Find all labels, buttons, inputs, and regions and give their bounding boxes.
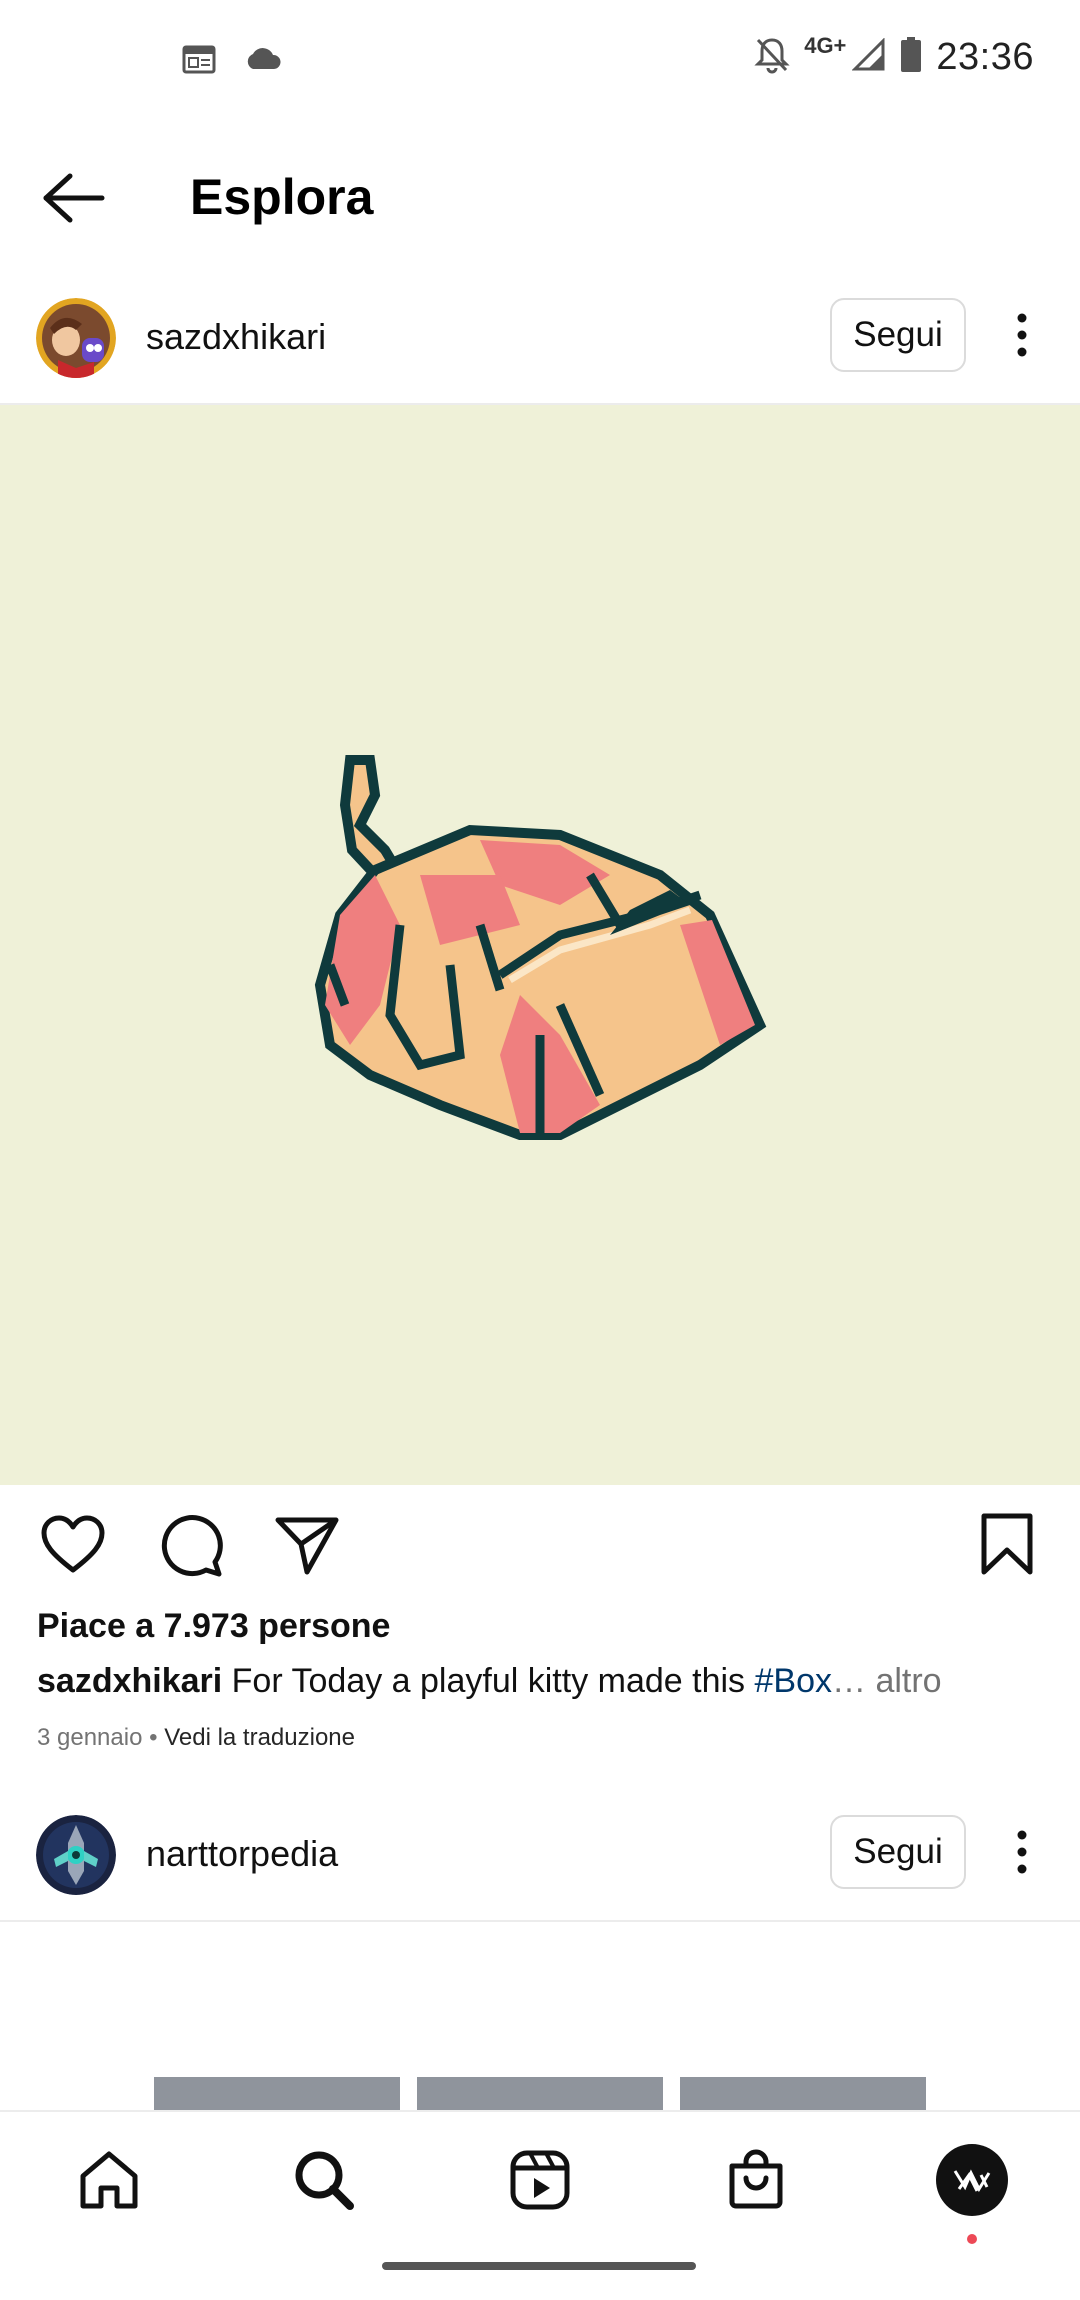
bottom-navigation <box>0 2110 1080 2300</box>
reels-icon <box>510 2150 570 2210</box>
arrow-left-icon <box>43 173 105 223</box>
calendar-icon <box>182 44 216 79</box>
pixel-art-cat-box-image <box>314 755 767 1140</box>
media-thumbnail <box>417 2077 663 2113</box>
likes-count[interactable]: Piace a 7.973 persone <box>37 1607 390 1646</box>
back-button[interactable] <box>40 170 108 226</box>
meta-separator: • <box>142 1724 165 1751</box>
comment-button[interactable] <box>158 1512 224 1578</box>
media-thumbnail <box>154 2077 400 2113</box>
network-type: 4G+ <box>804 32 847 58</box>
post-username[interactable]: sazdxhikari <box>146 316 326 358</box>
nav-home[interactable] <box>69 2140 149 2220</box>
more-vertical-icon <box>1017 1830 1027 1874</box>
comment-icon <box>161 1515 223 1577</box>
home-icon <box>80 2151 138 2209</box>
avatar[interactable] <box>36 298 116 378</box>
divider <box>0 1920 1080 1922</box>
page-header: Esplora <box>0 150 1080 250</box>
caption-ellipsis: … <box>832 1662 866 1700</box>
shop-icon <box>729 2149 783 2209</box>
post-date: 3 gennaio <box>37 1724 143 1751</box>
more-options-button[interactable] <box>1004 310 1040 360</box>
cloud-icon <box>244 47 282 76</box>
share-icon <box>275 1517 339 1575</box>
nav-profile[interactable] <box>932 2140 1012 2244</box>
follow-button[interactable]: Segui <box>830 1815 966 1889</box>
nav-search[interactable] <box>284 2140 364 2220</box>
post-image[interactable] <box>0 1923 1080 2113</box>
more-vertical-icon <box>1017 313 1027 357</box>
profile-avatar <box>936 2144 1008 2216</box>
media-thumbnail <box>680 2077 926 2113</box>
bell-off-icon <box>754 36 790 79</box>
save-button[interactable] <box>974 1512 1040 1578</box>
status-time: 23:36 <box>936 36 1034 78</box>
post-header: narttorpedia Segui <box>0 1815 1080 1915</box>
status-bar: 4G+ 23:36 <box>0 0 1080 120</box>
signal-icon <box>851 37 886 77</box>
caption-username[interactable]: sazdxhikari <box>37 1662 222 1700</box>
search-icon <box>295 2151 354 2210</box>
page-title: Esplora <box>190 169 374 225</box>
home-indicator[interactable] <box>382 2262 696 2270</box>
post-caption: sazdxhikari For Today a playful kitty ma… <box>37 1662 942 1701</box>
battery-icon <box>900 37 922 78</box>
post-actions <box>0 1512 1080 1582</box>
translate-link[interactable]: Vedi la traduzione <box>164 1724 355 1751</box>
post-header: sazdxhikari Segui <box>0 298 1080 398</box>
nav-shop[interactable] <box>716 2140 796 2220</box>
caption-text: For Today a playful kitty made this <box>222 1662 755 1700</box>
post-meta: 3 gennaio • Vedi la traduzione <box>37 1724 355 1752</box>
like-button[interactable] <box>40 1512 106 1578</box>
bookmark-icon <box>981 1513 1033 1575</box>
heart-icon <box>41 1515 105 1573</box>
nav-reels[interactable] <box>500 2140 580 2220</box>
avatar[interactable] <box>36 1815 116 1895</box>
post-image[interactable] <box>0 405 1080 1485</box>
notification-dot <box>967 2234 977 2244</box>
follow-button[interactable]: Segui <box>830 298 966 372</box>
caption-hashtag[interactable]: #Box <box>755 1662 833 1700</box>
share-button[interactable] <box>274 1512 340 1578</box>
more-options-button[interactable] <box>1004 1827 1040 1877</box>
caption-more-link[interactable]: altro <box>866 1662 941 1700</box>
post-username[interactable]: narttorpedia <box>146 1833 338 1875</box>
